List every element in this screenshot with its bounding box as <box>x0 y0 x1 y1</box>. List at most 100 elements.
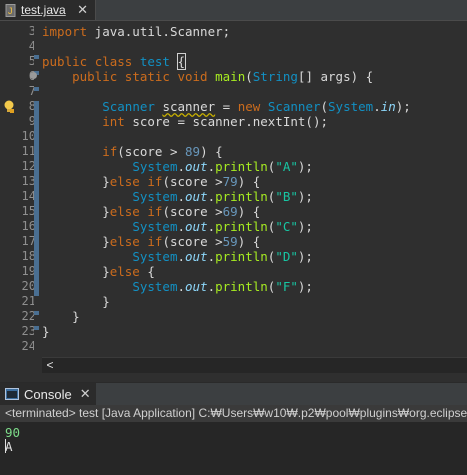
code-token: "D" <box>275 249 298 264</box>
line-number: 24 <box>21 339 36 353</box>
code-token: ( <box>245 69 253 84</box>
code-token: } <box>42 294 110 309</box>
code-token: ) { <box>237 234 261 249</box>
code-token: System <box>132 279 178 294</box>
code-token: class <box>94 54 133 69</box>
code-token: System <box>132 219 178 234</box>
console-output-line: A <box>5 439 13 454</box>
code-token: void <box>177 69 208 84</box>
line-number: 22 <box>21 309 36 323</box>
line-number: 5 <box>28 54 36 68</box>
code-token: ); <box>297 159 313 174</box>
warning-lightbulb-icon[interactable] <box>3 99 15 113</box>
code-line[interactable]: } <box>42 294 110 309</box>
code-token: import <box>42 24 88 39</box>
code-token: in <box>380 99 396 114</box>
java-file-icon: J <box>4 3 18 17</box>
code-token: . <box>207 279 216 294</box>
code-line[interactable]: } <box>42 324 50 339</box>
tab-console[interactable]: Console ✕ <box>0 383 96 405</box>
code-token: println <box>215 249 268 264</box>
code-line[interactable]: }else if(score >59) { <box>42 234 260 249</box>
line-number: 19 <box>21 264 36 278</box>
code-token: . <box>207 159 216 174</box>
code-token: if <box>102 144 118 159</box>
code-token: System <box>328 99 374 114</box>
code-token: (score > <box>162 204 223 219</box>
line-number: 9 <box>28 114 36 128</box>
code-token: out <box>185 219 208 234</box>
code-line[interactable]: System.out.println("A"); <box>42 159 313 174</box>
code-token: ); <box>297 249 313 264</box>
line-number: 18 <box>21 249 36 263</box>
code-line[interactable]: if(score > 89) { <box>42 144 222 159</box>
line-number: 13 <box>21 174 36 188</box>
code-token: if <box>147 234 163 249</box>
line-number: 10 <box>21 129 36 143</box>
code-token: } <box>42 234 110 249</box>
code-token: score = scanner.nextInt(); <box>124 114 328 129</box>
code-text-area[interactable]: import java.util.Scanner; public class te… <box>42 21 467 361</box>
code-line[interactable]: } <box>42 309 80 324</box>
code-line[interactable]: int score = scanner.nextInt(); <box>42 114 328 129</box>
console-icon <box>5 385 19 404</box>
code-token: scanner <box>162 99 216 114</box>
code-token: "C" <box>275 219 298 234</box>
editor-tab-test-java[interactable]: J test.java ✕ <box>0 0 96 20</box>
code-token: out <box>185 279 208 294</box>
fold-collapse-icon[interactable] <box>30 72 37 79</box>
svg-text:J: J <box>8 6 13 16</box>
close-icon[interactable]: ✕ <box>77 2 88 18</box>
code-token: 59 <box>222 234 238 249</box>
console-output[interactable]: 90 A <box>0 422 467 475</box>
code-line[interactable]: public static void main(String[] args) { <box>42 69 373 84</box>
code-line[interactable]: }else { <box>42 264 155 279</box>
code-line[interactable]: }else if(score >69) { <box>42 204 260 219</box>
code-token: java.util.Scanner; <box>87 24 231 39</box>
code-line[interactable]: }else if(score >79) { <box>42 174 260 189</box>
code-token: . <box>373 99 381 114</box>
code-token: { <box>176 53 186 70</box>
line-number: 17 <box>21 234 36 248</box>
code-token: ); <box>297 219 313 234</box>
code-token: int <box>102 114 125 129</box>
console-output-line: 90 <box>5 425 21 440</box>
code-line[interactable]: public class test { <box>42 53 186 70</box>
horizontal-scrollbar[interactable]: < <box>42 357 467 373</box>
line-number: 3 <box>28 24 36 38</box>
code-token: Scanner <box>267 99 321 114</box>
code-token: Scanner <box>102 99 155 114</box>
code-token: "F" <box>275 279 298 294</box>
text-caret <box>5 439 6 453</box>
code-token: System <box>132 249 178 264</box>
code-token: } <box>42 309 80 324</box>
code-line[interactable]: import java.util.Scanner; <box>42 24 230 39</box>
code-line[interactable]: System.out.println("B"); <box>42 189 313 204</box>
line-number: 14 <box>21 189 36 203</box>
code-editor[interactable]: 3456789101112131415161718192021222324 im… <box>0 21 467 361</box>
code-token: } <box>42 324 50 339</box>
scroll-left-icon[interactable]: < <box>44 358 56 373</box>
close-icon[interactable]: ✕ <box>80 386 91 402</box>
code-token: main <box>215 69 246 84</box>
code-line[interactable]: System.out.println("F"); <box>42 279 313 294</box>
spacer-icon[interactable] <box>1 70 12 82</box>
code-token: static <box>124 69 170 84</box>
code-token: ); <box>297 279 313 294</box>
code-token: out <box>185 249 208 264</box>
code-line[interactable]: Scanner scanner = new Scanner(System.in)… <box>42 99 411 114</box>
code-token: (score > <box>162 234 223 249</box>
code-line[interactable]: System.out.println("D"); <box>42 249 313 264</box>
code-line[interactable]: System.out.println("C"); <box>42 219 313 234</box>
code-token: new <box>237 99 261 114</box>
